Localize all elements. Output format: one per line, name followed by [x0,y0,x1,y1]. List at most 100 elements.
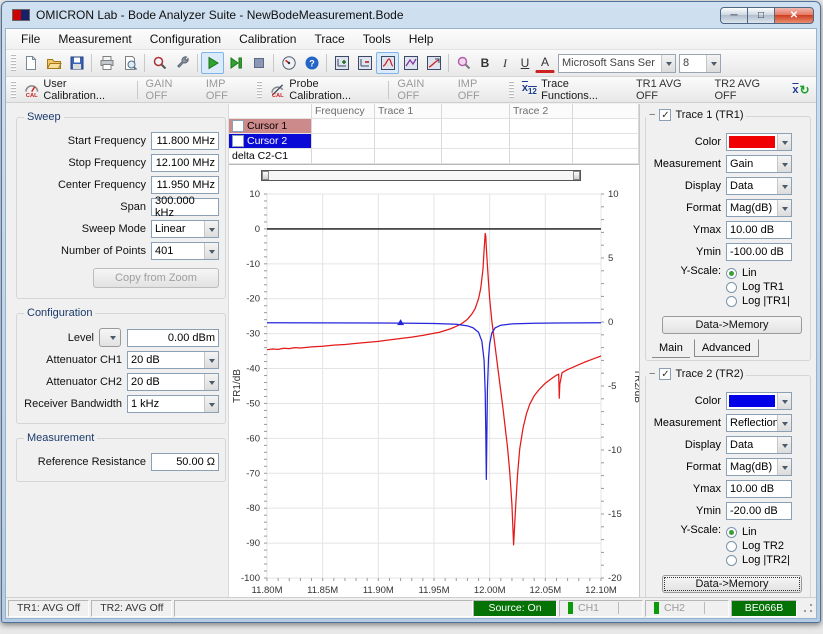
chevron-down-icon[interactable] [777,156,791,172]
print-preview-button[interactable] [118,52,141,74]
optimize-scale-button[interactable] [422,52,445,74]
add-diagram-button[interactable] [330,52,353,74]
menu-measurement[interactable]: Measurement [49,30,140,48]
chevron-down-icon[interactable] [777,178,791,194]
close-button[interactable]: ✕ [774,7,814,24]
trace2-ymax-input[interactable]: 10.00 dB [726,480,792,498]
attenuator-ch2-combo[interactable]: 20 dB [127,373,219,391]
font-family-combo[interactable]: Microsoft Sans Ser [558,54,676,73]
chevron-down-icon[interactable] [661,55,675,72]
titlebar[interactable]: OMICRON Lab - Bode Analyzer Suite - NewB… [2,2,820,28]
open-file-button[interactable] [42,52,65,74]
slider-right-handle[interactable] [573,171,580,180]
number-of-points-combo[interactable]: 401 [151,242,219,260]
trace1-display-combo[interactable]: Data [726,177,792,195]
chevron-down-icon[interactable] [204,352,218,368]
resize-grip[interactable] [802,602,814,614]
menu-help[interactable]: Help [400,30,443,48]
center-frequency-input[interactable]: 11.950 MHz [151,176,219,194]
font-color-button[interactable]: A [535,54,555,73]
reset-averaging-button[interactable]: x↻ [788,80,814,100]
trace1-tab-main[interactable]: Main [652,340,690,358]
trace1-tab-advanced[interactable]: Advanced [694,339,759,357]
settings-wrench-button[interactable] [171,52,194,74]
trace2-ymin-input[interactable]: -20.00 dB [726,502,792,520]
start-frequency-input[interactable]: 11.800 MHz [151,132,219,150]
menu-trace[interactable]: Trace [305,30,353,48]
cursor2-checkbox[interactable] [232,135,244,147]
zoom-range-slider[interactable] [261,170,581,181]
trace2-data-memory-button[interactable]: Data->Memory [662,575,802,593]
trace1-enable-checkbox[interactable]: ✓ [659,109,671,121]
help-button[interactable]: ? [300,52,323,74]
maximize-button[interactable]: □ [747,7,775,24]
trace1-format-combo[interactable]: Mag(dB) [726,199,792,217]
trace1-data-memory-button[interactable]: Data->Memory [662,316,802,334]
level-drop-button[interactable] [99,328,121,347]
cursor1-trace1-cell[interactable] [375,119,442,134]
stop-sweep-button[interactable] [247,52,270,74]
trace2-scale-lin-radio[interactable]: Lin [726,526,806,538]
format-zoom-button[interactable] [452,52,475,74]
trace1-color-combo[interactable] [726,133,792,151]
zoom-mode-button[interactable] [148,52,171,74]
slider-left-handle[interactable] [262,171,269,180]
cursor1-cell[interactable] [573,119,639,134]
copy-from-zoom-button[interactable]: Copy from Zoom [93,268,219,288]
chevron-down-icon[interactable] [204,374,218,390]
chart-canvas[interactable]: 100-10-20-30-40-50-60-70-80-90-1001050-5… [229,186,639,597]
trace1-scale-lin-radio[interactable]: Lin [726,267,806,279]
reference-resistance-input[interactable]: 50.00 Ω [151,453,219,471]
italic-button[interactable]: I [495,52,515,74]
collapse-icon[interactable]: − [649,368,655,380]
cursor1-trace2-cell[interactable] [510,119,573,134]
save-button[interactable] [65,52,88,74]
trace2-enable-checkbox[interactable]: ✓ [659,368,671,380]
start-sweep-button[interactable] [201,52,224,74]
sweep-mode-combo[interactable]: Linear [151,220,219,238]
trace1-ymin-input[interactable]: -100.00 dB [726,243,792,261]
trace2-scale-logabs-radio[interactable]: Log |TR2| [726,554,806,566]
cursor2-row-header[interactable]: Cursor 2 [229,134,312,149]
level-input[interactable]: 0.00 dBm [127,329,219,347]
probe-calibration-button[interactable]: CAL Probe Calibration... [265,76,386,104]
cursor1-row-header[interactable]: Cursor 1 [229,119,312,134]
trace2-color-combo[interactable] [726,392,792,410]
trace1-ymax-input[interactable]: 10.00 dB [726,221,792,239]
chevron-down-icon[interactable] [706,55,720,72]
menu-calibration[interactable]: Calibration [230,30,305,48]
menu-tools[interactable]: Tools [354,30,400,48]
span-input[interactable]: 300.000 kHz [151,198,219,216]
menu-file[interactable]: File [12,30,49,48]
collapse-icon[interactable]: − [649,109,655,121]
cursor2-cell[interactable] [442,134,510,149]
chevron-down-icon[interactable] [777,134,791,150]
show-memory-button[interactable] [399,52,422,74]
stop-frequency-input[interactable]: 12.100 MHz [151,154,219,172]
cursor1-checkbox[interactable] [232,120,244,132]
minimize-button[interactable]: ─ [720,7,748,24]
print-button[interactable] [95,52,118,74]
trace2-format-combo[interactable]: Mag(dB) [726,458,792,476]
receiver-bandwidth-combo[interactable]: 1 kHz [127,395,219,413]
cursor2-trace1-cell[interactable] [375,134,442,149]
cursor1-frequency-cell[interactable] [312,119,375,134]
bode-chart[interactable]: 100-10-20-30-40-50-60-70-80-90-1001050-5… [229,186,639,597]
chevron-down-icon[interactable] [777,415,791,431]
trace2-display-combo[interactable]: Data [726,436,792,454]
device-speed-button[interactable] [277,52,300,74]
chevron-down-icon[interactable] [204,396,218,412]
single-sweep-button[interactable] [224,52,247,74]
trace1-scale-log-radio[interactable]: Log TR1 [726,281,806,293]
show-curve-button[interactable] [376,52,399,74]
cursor2-cell[interactable] [573,134,639,149]
cursor2-trace2-cell[interactable] [510,134,573,149]
trace1-scale-logabs-radio[interactable]: Log |TR1| [726,295,806,307]
trace-functions-button[interactable]: x12 Trace Functions... [517,76,631,104]
attenuator-ch1-combo[interactable]: 20 dB [127,351,219,369]
trace2-scale-log-radio[interactable]: Log TR2 [726,540,806,552]
font-size-combo[interactable]: 8 [679,54,721,73]
chevron-down-icon[interactable] [777,200,791,216]
chevron-down-icon[interactable] [777,393,791,409]
chevron-down-icon[interactable] [204,221,218,237]
